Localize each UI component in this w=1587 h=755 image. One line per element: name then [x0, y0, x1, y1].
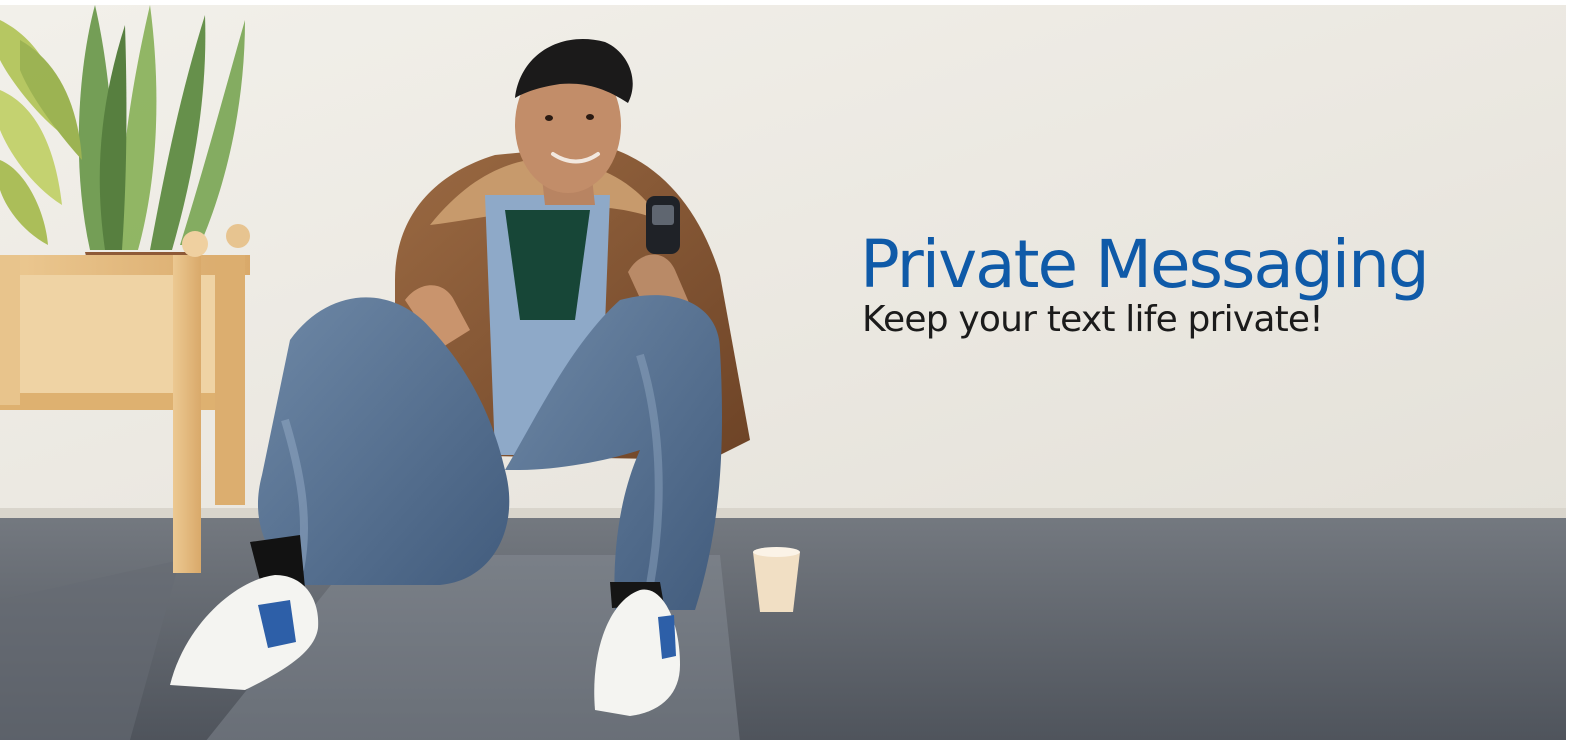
banner-title: Private Messaging [860, 226, 1430, 303]
headline-block: Private Messaging Keep your text life pr… [860, 226, 1560, 341]
banner-photo [0, 0, 1587, 755]
promo-banner: Private Messaging Keep your text life pr… [0, 0, 1587, 755]
photo-illustration [0, 0, 1587, 755]
banner-subtitle: Keep your text life private! [862, 299, 1324, 340]
